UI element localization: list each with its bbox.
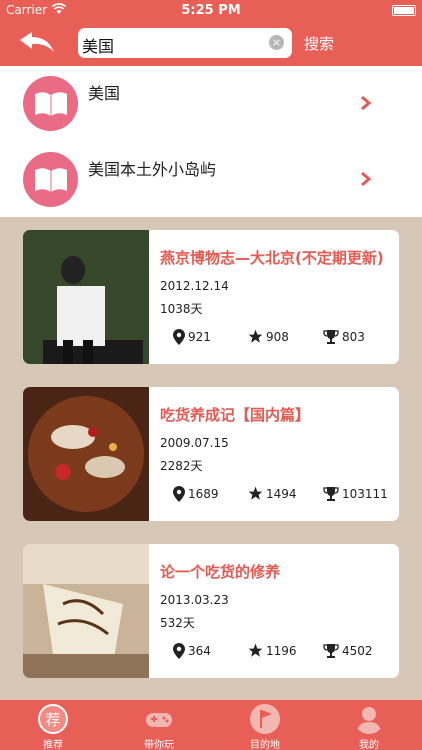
svg-text:荐: 荐 — [45, 711, 60, 729]
trophy-icon — [323, 330, 339, 344]
status-bar: Carrier 5:25 PM — [0, 0, 422, 22]
trophy-icon — [323, 487, 339, 501]
star-count: 1494 — [248, 486, 297, 501]
card-days: 1038天 — [160, 302, 203, 316]
card-photo — [23, 544, 149, 678]
card-days: 532天 — [160, 616, 195, 630]
search-results-list: 美国 美国本土外小岛屿 — [0, 66, 422, 217]
card-date: 2012.12.14 — [160, 279, 229, 293]
star-icon — [248, 329, 263, 343]
battery-icon — [392, 5, 416, 16]
star-count: 908 — [248, 329, 289, 344]
clock: 5:25 PM — [181, 3, 241, 18]
clear-icon[interactable]: × — [269, 35, 284, 50]
tab-mine[interactable]: 我的 — [324, 700, 414, 750]
location-count: 921 — [173, 329, 211, 345]
trophy-count: 4502 — [323, 643, 373, 659]
star-icon — [248, 643, 263, 657]
chevron-right-icon — [361, 95, 372, 111]
trophy-icon — [323, 644, 339, 658]
card-title: 论一个吃货的修养 — [160, 563, 281, 581]
trophy-count: 103111 — [323, 486, 388, 502]
search-input[interactable]: 美国 × — [78, 28, 292, 58]
recommend-icon: 荐 — [38, 704, 68, 734]
location-pin-icon — [173, 329, 185, 345]
location-count: 1689 — [173, 486, 219, 502]
list-item-label: 美国 — [88, 84, 121, 103]
card-title: 吃货养成记【国内篇】 — [160, 406, 311, 424]
trophy-count: 803 — [323, 329, 365, 345]
card-date: 2009.07.15 — [160, 436, 229, 450]
card-title: 燕京博物志—大北京(不定期更新) — [160, 249, 384, 267]
list-item[interactable]: 美国 — [0, 66, 422, 141]
travel-card[interactable]: 论一个吃货的修养 2013.03.23 532天 364 1196 4502 — [23, 544, 399, 678]
tab-label: 目的地 — [250, 740, 280, 750]
tab-label: 推荐 — [43, 740, 63, 750]
bottom-tab-bar: 荐 推荐 带你玩 目的地 我的 — [0, 700, 422, 750]
card-days: 2282天 — [160, 459, 203, 473]
travel-card[interactable]: 吃货养成记【国内篇】 2009.07.15 2282天 1689 1494 10… — [23, 387, 399, 521]
chevron-right-icon — [361, 171, 372, 187]
tab-label: 我的 — [359, 740, 379, 750]
location-count: 364 — [173, 643, 211, 659]
tab-play[interactable]: 带你玩 — [114, 700, 204, 750]
tab-recommend[interactable]: 荐 推荐 — [8, 700, 98, 750]
card-photo — [23, 230, 149, 364]
top-bar: Carrier 5:25 PM 美国 × 搜索 — [0, 0, 422, 66]
travel-card[interactable]: 燕京博物志—大北京(不定期更新) 2012.12.14 1038天 921 90… — [23, 230, 399, 364]
travel-logo-icon — [23, 152, 78, 207]
list-item[interactable]: 美国本土外小岛屿 — [0, 142, 422, 217]
location-pin-icon — [173, 643, 185, 659]
flag-icon — [250, 704, 280, 734]
star-icon — [248, 486, 263, 500]
card-photo — [23, 387, 149, 521]
search-button[interactable]: 搜索 — [304, 33, 334, 54]
back-arrow-icon[interactable] — [18, 30, 56, 54]
card-date: 2013.03.23 — [160, 593, 229, 607]
list-item-label: 美国本土外小岛屿 — [88, 160, 217, 179]
gamepad-icon — [146, 713, 172, 727]
search-input-value[interactable]: 美国 — [82, 33, 114, 57]
location-pin-icon — [173, 486, 185, 502]
travel-logo-icon — [23, 76, 78, 131]
tab-destination[interactable]: 目的地 — [220, 700, 310, 750]
person-icon — [357, 707, 381, 734]
star-count: 1196 — [248, 643, 297, 658]
tab-label: 带你玩 — [144, 740, 174, 750]
